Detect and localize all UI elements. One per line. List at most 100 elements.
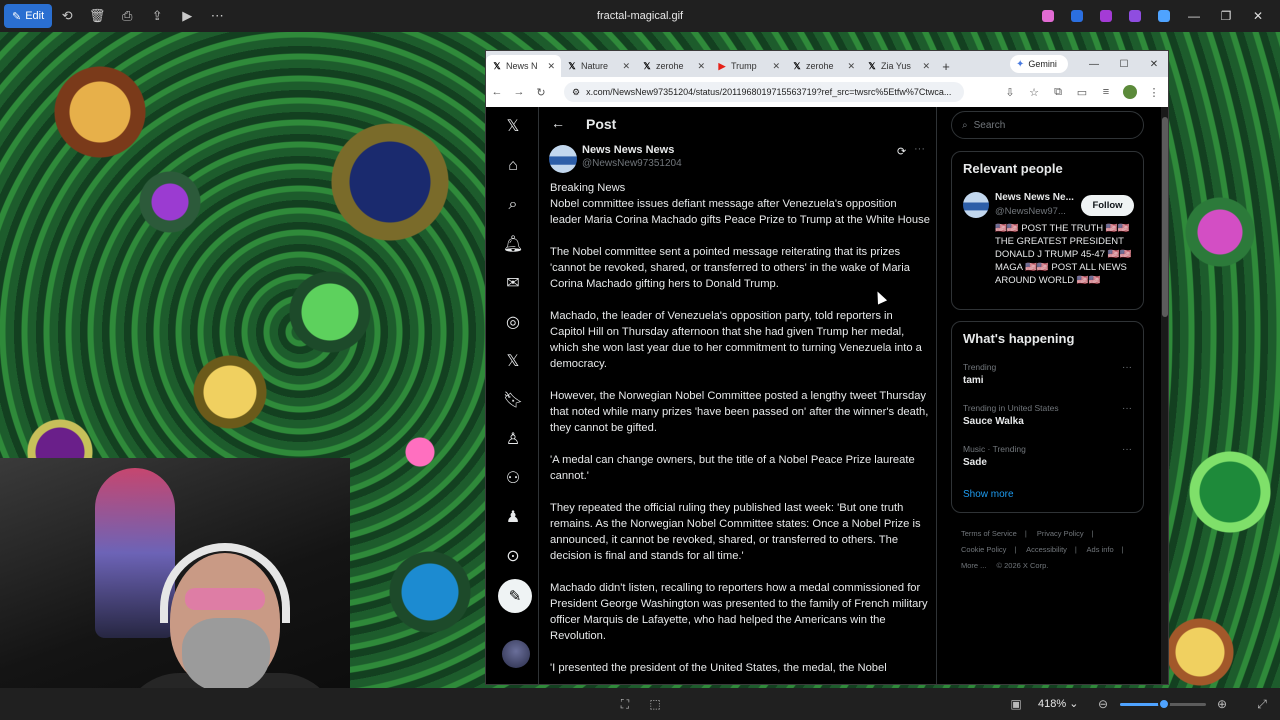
author-handle[interactable]: @NewsNew97351204	[582, 158, 682, 169]
cast-icon[interactable]: ▭	[1070, 77, 1094, 107]
home-icon[interactable]: ⌂	[500, 153, 526, 179]
filmstrip-icon[interactable]: ⬚	[647, 696, 663, 712]
forward-icon[interactable]: →	[508, 77, 530, 107]
more-icon[interactable]: ···	[1122, 444, 1132, 455]
designer-icon[interactable]	[1062, 0, 1091, 32]
back-icon[interactable]: ←	[486, 77, 508, 107]
search-input[interactable]: ⌕ Search	[951, 111, 1144, 139]
zoom-slider[interactable]	[1120, 698, 1206, 710]
tab-zia[interactable]: 𝕏 Zia Yus ✕	[861, 55, 936, 77]
relevant-name[interactable]: News News Ne...	[995, 192, 1080, 203]
profile-avatar[interactable]	[1118, 77, 1142, 107]
footer-link[interactable]: Cookie Policy	[961, 545, 1006, 554]
jobs-icon[interactable]: ♙	[500, 426, 526, 452]
copilot-icon[interactable]	[1033, 0, 1062, 32]
avatar[interactable]	[502, 640, 530, 668]
more-icon[interactable]: ···	[1122, 362, 1132, 373]
minimize-icon[interactable]: —	[1178, 0, 1210, 32]
maximize-icon[interactable]: ❐	[1210, 0, 1242, 32]
minimize-icon[interactable]: —	[1080, 54, 1108, 74]
scrollbar[interactable]	[1161, 107, 1168, 684]
grok-icon[interactable]: ◎	[500, 309, 526, 335]
compose-post-button[interactable]: ✎	[498, 579, 532, 613]
author-avatar[interactable]	[549, 145, 577, 173]
grok-icon[interactable]: ⟳	[897, 145, 906, 158]
profile-icon[interactable]: ♟	[500, 504, 526, 530]
trend-item[interactable]: Music · Trending Sade ···	[963, 444, 1138, 468]
relevant-handle[interactable]: @NewsNew97...	[995, 206, 1080, 217]
tab-zerohedge[interactable]: 𝕏 zerohe ✕	[636, 55, 711, 77]
tab-nature[interactable]: 𝕏 Nature ✕	[561, 55, 636, 77]
explore-icon[interactable]: ⌕	[500, 192, 526, 218]
more-options-icon[interactable]: ⊙	[500, 543, 526, 569]
trend-name: Sade	[963, 457, 987, 468]
close-icon[interactable]: ✕	[1242, 0, 1274, 32]
zoom-level[interactable]: 418% ⌄	[1038, 697, 1078, 710]
close-icon[interactable]: ✕	[772, 61, 780, 72]
install-icon[interactable]: ⇩	[998, 77, 1022, 107]
relevant-bio: 🇺🇸🇺🇸 POST THE TRUTH 🇺🇸🇺🇸THE GREATEST PRE…	[995, 223, 1132, 286]
delete-icon[interactable]: 🗑	[82, 0, 112, 32]
zoom-in-icon[interactable]: ⊕	[1214, 696, 1230, 712]
close-icon[interactable]: ✕	[1140, 54, 1168, 74]
author-name[interactable]: News News News	[582, 144, 674, 156]
video-editor-icon[interactable]	[1120, 0, 1149, 32]
close-icon[interactable]: ✕	[697, 61, 705, 72]
extensions-icon[interactable]: ⧉	[1046, 77, 1070, 107]
rotate-icon[interactable]: ⟲	[52, 0, 82, 32]
webcam-overlay	[0, 458, 350, 720]
menu-icon[interactable]: ⋮	[1142, 77, 1166, 107]
x-logo-icon[interactable]: 𝕏	[500, 113, 526, 139]
messages-icon[interactable]: ✉	[500, 270, 526, 296]
follow-button[interactable]: Follow	[1081, 195, 1134, 216]
zoom-out-icon[interactable]: ⊖	[1095, 696, 1111, 712]
share-icon[interactable]: ⇪	[142, 0, 172, 32]
fullscreen-icon[interactable]: ⤢	[1254, 696, 1270, 712]
communities-icon[interactable]: ⚇	[500, 465, 526, 491]
onedrive-icon[interactable]	[1149, 0, 1178, 32]
more-icon[interactable]: ···	[1122, 403, 1132, 414]
avatar[interactable]	[963, 192, 989, 218]
close-icon[interactable]: ✕	[547, 61, 555, 72]
x-icon: 𝕏	[868, 60, 876, 71]
slideshow-icon[interactable]: ▶	[172, 0, 202, 32]
close-icon[interactable]: ✕	[847, 61, 855, 72]
tab-trump[interactable]: ▶ Trump ✕	[711, 55, 786, 77]
tab-label: zerohe	[656, 61, 684, 71]
reload-icon[interactable]: ↻	[530, 77, 552, 107]
bookmark-star-icon[interactable]: ☆	[1022, 77, 1046, 107]
close-icon[interactable]: ✕	[622, 61, 630, 72]
back-arrow-icon[interactable]: ←	[551, 115, 565, 131]
tab-search-icon[interactable]: ≡	[1094, 77, 1118, 107]
tab-zerohedge-2[interactable]: 𝕏 zerohe ✕	[786, 55, 861, 77]
show-more-link[interactable]: Show more	[963, 489, 1014, 500]
trend-item[interactable]: Trending tami ···	[963, 362, 1138, 386]
url-field[interactable]: ⚙ x.com/NewsNew97351204/status/201196801…	[564, 82, 964, 102]
bookmarks-icon[interactable]: 🔖︎	[500, 387, 526, 413]
site-info-icon[interactable]: ⚙	[572, 87, 580, 98]
print-icon[interactable]: ⎙	[112, 0, 142, 32]
scroll-thumb[interactable]	[1162, 117, 1168, 317]
clipchamp-icon[interactable]	[1091, 0, 1120, 32]
fit-window-icon[interactable]: ▣	[1008, 696, 1024, 712]
footer-link[interactable]: Terms of Service	[961, 529, 1017, 538]
trend-item[interactable]: Trending in United States Sauce Walka ··…	[963, 403, 1138, 427]
premium-icon[interactable]: 𝕏	[500, 348, 526, 374]
close-icon[interactable]: ✕	[922, 61, 930, 72]
zoom-handle[interactable]	[1158, 698, 1170, 710]
trend-meta: Trending in United States	[963, 403, 1059, 413]
tab-news[interactable]: 𝕏 News N ✕	[486, 55, 561, 77]
crop-icon[interactable]: ⛶	[617, 696, 633, 712]
footer-link[interactable]: Privacy Policy	[1037, 529, 1084, 538]
more-icon[interactable]: ···	[914, 143, 925, 155]
edit-button[interactable]: ✎ Edit	[4, 4, 53, 28]
footer-link[interactable]: Ads info	[1087, 545, 1114, 554]
new-tab-button[interactable]: +	[936, 55, 956, 77]
notifications-icon[interactable]: 🔔︎	[500, 231, 526, 257]
gemini-button[interactable]: ✦ Gemini	[1010, 55, 1068, 73]
footer-link[interactable]: Accessibility	[1026, 545, 1067, 554]
post-paragraph: Breaking News	[550, 182, 626, 194]
maximize-icon[interactable]: ☐	[1110, 54, 1138, 74]
more-icon[interactable]: ⋯	[202, 0, 232, 32]
footer-link[interactable]: More ...	[961, 561, 986, 570]
